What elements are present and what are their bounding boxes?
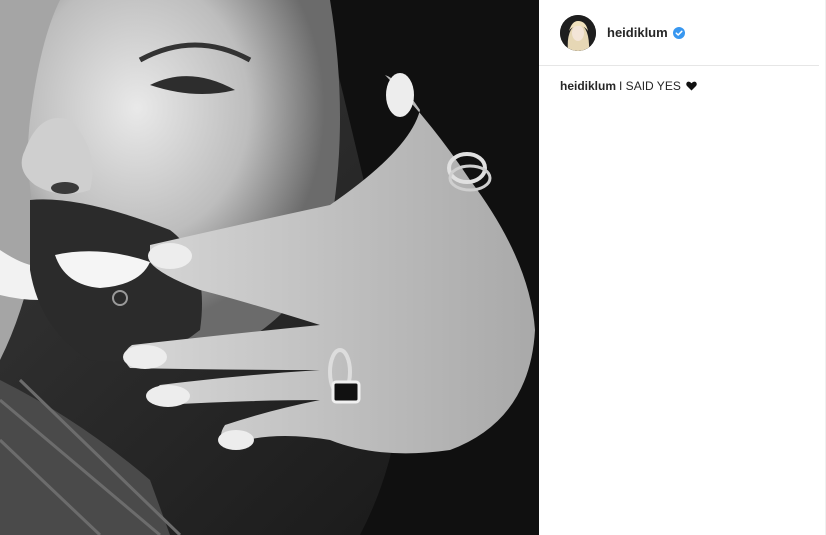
post-sidebar: heidiklum heidiklum I SAID YES (539, 0, 825, 535)
post-header: heidiklum (539, 0, 819, 66)
verified-badge-icon (672, 26, 685, 39)
post-photo[interactable] (0, 0, 539, 535)
avatar-image (560, 14, 596, 51)
author-avatar[interactable] (560, 14, 596, 51)
post-caption: heidiklum I SAID YES (539, 66, 825, 94)
caption-username[interactable]: heidiklum (560, 79, 616, 93)
black-heart-icon (686, 81, 697, 91)
caption-text: I SAID YES (619, 79, 681, 93)
instagram-post: heidiklum heidiklum I SAID YES (0, 0, 826, 535)
post-photo-image (0, 0, 539, 535)
author-username[interactable]: heidiklum (607, 25, 668, 40)
